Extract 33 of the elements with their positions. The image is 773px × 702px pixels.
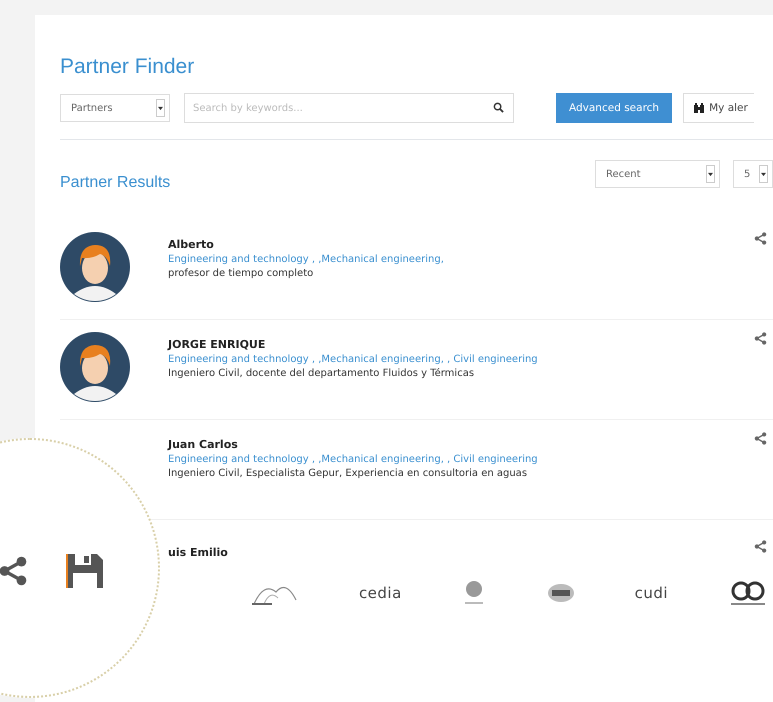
partner-areas[interactable]: Engineering and technology , ,Mechanical engineering, — [168, 254, 444, 265]
save-icon — [65, 552, 105, 590]
partner-description: Ingeniero Civil, Especialista Gepur, Experiencia en consultoria en aguas — [168, 468, 528, 479]
caret-icon — [761, 172, 766, 176]
share-icon[interactable] — [754, 540, 767, 553]
partner-description: profesor de tiempo completo — [168, 268, 314, 279]
search-icon[interactable] — [493, 102, 504, 113]
advanced-search-button[interactable]: Advanced search — [556, 93, 672, 123]
partner-name[interactable]: uis Emilio — [168, 546, 228, 559]
avatar-icon — [60, 332, 130, 402]
search-field[interactable]: Search by keywords... — [184, 93, 514, 123]
alerts-button[interactable]: My aler — [683, 93, 754, 123]
binoculars-icon — [694, 103, 704, 113]
sort-select[interactable]: Recent — [595, 160, 720, 188]
page-title: Partner Finder — [60, 55, 196, 79]
partner-description: Ingeniero Civil, docente del departamento Fluidos y Térmicas — [168, 368, 476, 379]
partner-logo: cedia — [358, 584, 402, 602]
caret-icon — [708, 172, 713, 176]
caret-icon — [158, 106, 163, 110]
partner-name[interactable]: JORGE ENRIQUE — [168, 338, 538, 351]
share-icon[interactable] — [754, 432, 767, 445]
partner-areas[interactable]: Engineering and technology , ,Mechanical engineering, , Civil engineering — [168, 454, 538, 465]
results-heading: Partner Results — [60, 174, 170, 192]
avatar-icon — [60, 232, 130, 302]
partner-logo: cudi — [634, 584, 668, 602]
category-select[interactable]: Partners — [60, 94, 170, 122]
share-icon[interactable] — [754, 232, 767, 245]
page-size-select[interactable]: 5 — [733, 160, 773, 188]
partner-name[interactable]: Juan Carlos — [168, 438, 538, 451]
partner-areas[interactable]: Engineering and technology , ,Mechanical engineering, , Civil engineering — [168, 354, 538, 365]
share-icon[interactable] — [754, 332, 767, 345]
share-icon[interactable] — [0, 554, 28, 588]
partner-name[interactable]: Alberto — [168, 238, 444, 251]
